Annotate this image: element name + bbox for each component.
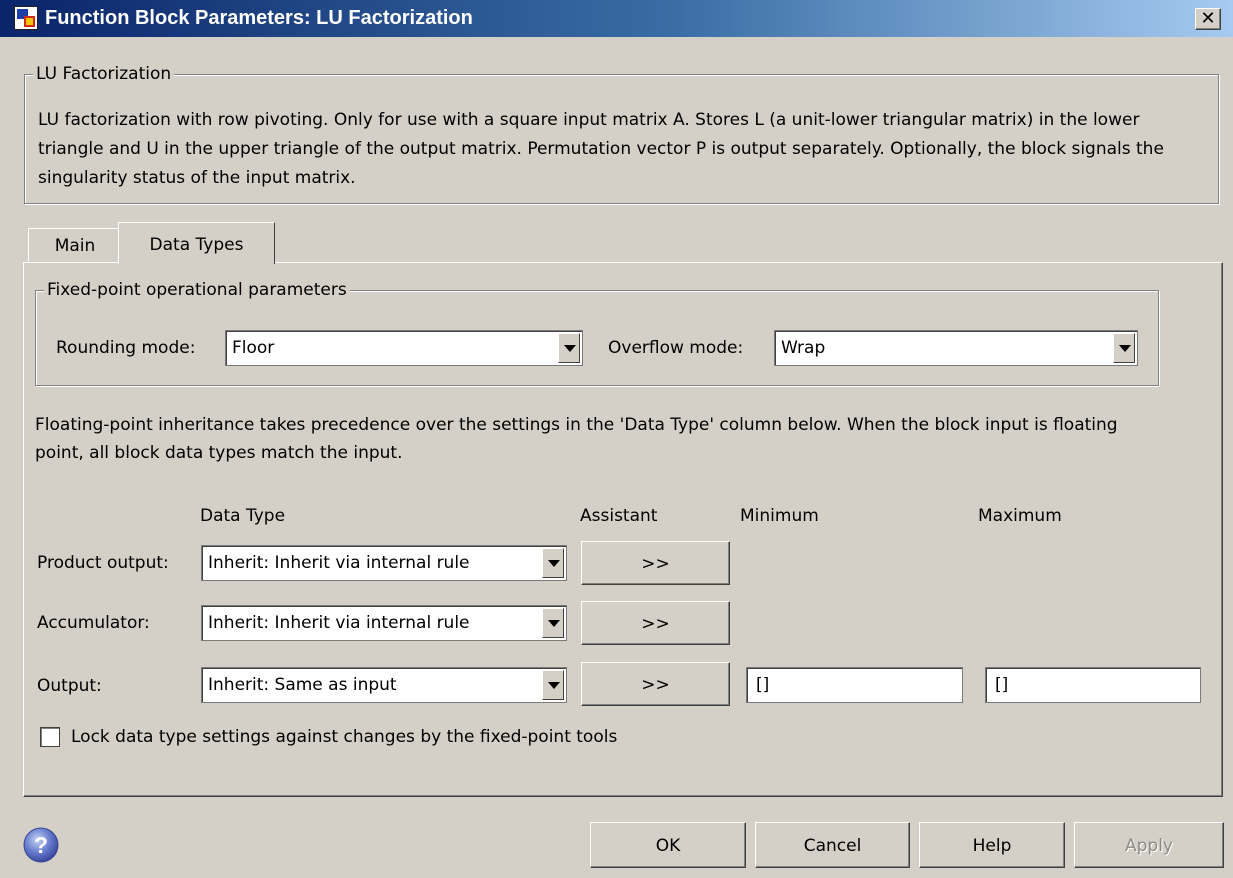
- overflow-mode-label: Overflow mode:: [608, 338, 744, 358]
- question-icon[interactable]: ?: [22, 826, 60, 864]
- tab-data-types-label: Data Types: [149, 235, 244, 255]
- header-data-type: Data Type: [200, 506, 286, 526]
- window-title: Function Block Parameters: LU Factorizat…: [45, 7, 473, 29]
- tab-main[interactable]: Main: [28, 228, 122, 262]
- rounding-mode-value: Floor: [232, 338, 275, 358]
- fixed-point-legend: Fixed-point operational parameters: [44, 279, 350, 301]
- title-bar[interactable]: Function Block Parameters: LU Factorizat…: [0, 0, 1233, 37]
- assistant-button-label: >>: [641, 554, 670, 574]
- chevron-down-icon[interactable]: [542, 548, 564, 578]
- header-maximum: Maximum: [978, 506, 1062, 526]
- accumulator-assistant-button[interactable]: >>: [581, 601, 730, 645]
- product-output-label: Product output:: [37, 553, 169, 573]
- chevron-down-icon[interactable]: [558, 333, 580, 363]
- tab-main-label: Main: [54, 236, 96, 256]
- product-output-assistant-button[interactable]: >>: [581, 541, 730, 585]
- output-label: Output:: [37, 676, 102, 696]
- accumulator-label: Accumulator:: [37, 613, 150, 633]
- apply-button-label: Apply: [1125, 836, 1173, 856]
- cancel-button-label: Cancel: [803, 836, 862, 856]
- accumulator-type-select[interactable]: Inherit: Inherit via internal rule: [201, 605, 567, 641]
- help-button-label: Help: [972, 836, 1012, 856]
- apply-button[interactable]: Apply: [1074, 822, 1224, 868]
- assistant-button-label: >>: [641, 675, 670, 695]
- output-maximum-input[interactable]: []: [985, 667, 1201, 703]
- tab-data-types[interactable]: Data Types: [118, 222, 275, 264]
- simulink-block-icon: [14, 6, 38, 30]
- product-output-type-value: Inherit: Inherit via internal rule: [208, 553, 470, 573]
- chevron-down-icon[interactable]: [542, 608, 564, 638]
- product-output-type-select[interactable]: Inherit: Inherit via internal rule: [201, 545, 567, 581]
- help-button[interactable]: Help: [919, 822, 1065, 868]
- rounding-mode-select[interactable]: Floor: [225, 330, 583, 366]
- close-button[interactable]: ✕: [1195, 8, 1221, 30]
- lock-settings-checkbox[interactable]: [40, 727, 60, 747]
- overflow-mode-select[interactable]: Wrap: [774, 330, 1138, 366]
- chevron-down-icon[interactable]: [1113, 333, 1135, 363]
- header-minimum: Minimum: [740, 506, 819, 526]
- assistant-button-label: >>: [641, 614, 670, 634]
- output-maximum-value: []: [995, 675, 1009, 695]
- inheritance-note: Floating-point inheritance takes precede…: [35, 415, 1118, 463]
- output-assistant-button[interactable]: >>: [581, 662, 730, 706]
- block-description: LU factorization with row pivoting. Only…: [38, 110, 1164, 188]
- rounding-mode-label: Rounding mode:: [56, 338, 196, 358]
- accumulator-type-value: Inherit: Inherit via internal rule: [208, 613, 470, 633]
- output-type-select[interactable]: Inherit: Same as input: [201, 667, 567, 703]
- output-type-value: Inherit: Same as input: [208, 675, 397, 695]
- description-legend: LU Factorization: [33, 63, 175, 85]
- ok-button[interactable]: OK: [590, 822, 746, 868]
- close-icon: ✕: [1200, 8, 1216, 29]
- svg-text:?: ?: [34, 832, 48, 858]
- overflow-mode-value: Wrap: [781, 338, 826, 358]
- cancel-button[interactable]: Cancel: [755, 822, 910, 868]
- output-minimum-value: []: [756, 675, 770, 695]
- lock-settings-label[interactable]: Lock data type settings against changes …: [71, 727, 617, 747]
- output-minimum-input[interactable]: []: [746, 667, 963, 703]
- ok-button-label: OK: [655, 836, 681, 856]
- chevron-down-icon[interactable]: [542, 670, 564, 700]
- header-assistant: Assistant: [580, 506, 658, 526]
